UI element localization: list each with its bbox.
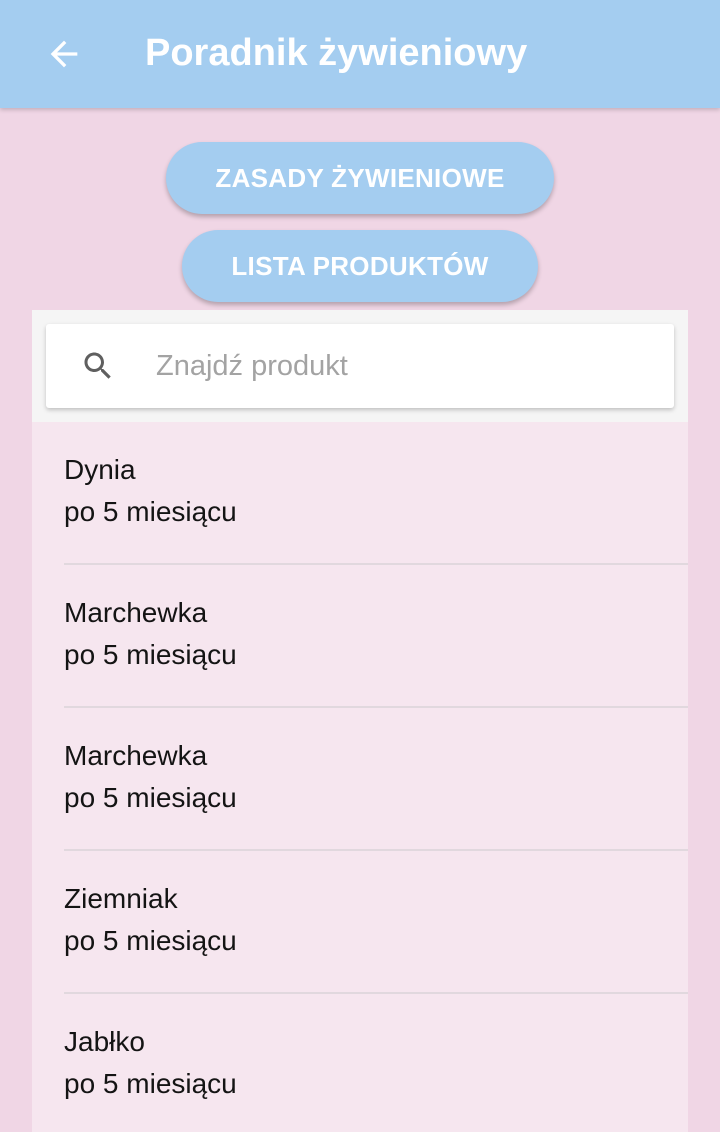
list-item[interactable]: Jabłko po 5 miesiącu	[32, 994, 688, 1132]
product-age: po 5 miesiącu	[64, 639, 237, 670]
product-name: Jabłko	[64, 1026, 145, 1057]
product-name: Ziemniak	[64, 883, 178, 914]
product-age: po 5 miesiącu	[64, 925, 237, 956]
search-area	[32, 310, 688, 422]
search-bar	[46, 324, 674, 408]
nutrition-rules-button[interactable]: ZASADY ŻYWIENIOWE	[166, 142, 554, 214]
list-item[interactable]: Dynia po 5 miesiącu	[32, 422, 688, 565]
search-input[interactable]	[156, 338, 656, 394]
arrow-back-icon	[50, 40, 78, 68]
product-list-panel: Dynia po 5 miesiącu Marchewka po 5 miesi…	[32, 310, 688, 1132]
product-list: Dynia po 5 miesiącu Marchewka po 5 miesi…	[32, 422, 688, 1132]
product-name: Marchewka	[64, 597, 208, 628]
list-item[interactable]: Marchewka po 5 miesiącu	[32, 708, 688, 851]
product-age: po 5 miesiącu	[64, 1068, 237, 1099]
product-age: po 5 miesiącu	[64, 782, 237, 813]
product-name: Marchewka	[64, 740, 208, 771]
page-title: Poradnik żywieniowy	[145, 32, 528, 74]
back-button[interactable]	[28, 22, 100, 86]
list-item[interactable]: Marchewka po 5 miesiącu	[32, 565, 688, 708]
app-bar: Poradnik żywieniowy	[0, 0, 720, 108]
product-name: Dynia	[64, 454, 136, 485]
list-item[interactable]: Ziemniak po 5 miesiącu	[32, 851, 688, 994]
product-list-button[interactable]: LISTA PRODUKTÓW	[182, 230, 538, 302]
search-icon	[84, 352, 111, 379]
product-age: po 5 miesiącu	[64, 496, 237, 527]
